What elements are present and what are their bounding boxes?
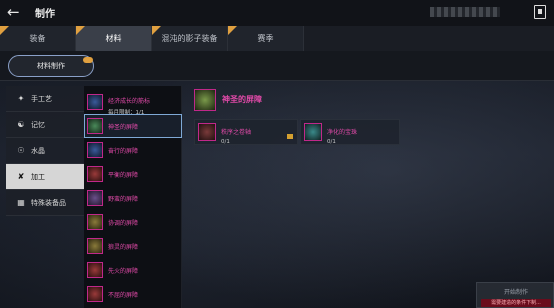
- list-item[interactable]: 经济成长的筋标 每月限制：1/1: [84, 90, 182, 116]
- tab-corner-marker: [76, 26, 85, 35]
- crystal-icon: ☉: [17, 146, 25, 155]
- category-item-memory[interactable]: ☯ 记忆: [6, 112, 84, 138]
- list-item[interactable]: 平衡的屏障: [84, 162, 182, 186]
- item-thumbnail-icon: [87, 118, 103, 134]
- item-label: 野蛮的屏障: [108, 195, 139, 203]
- list-item[interactable]: 不屈的屏障: [84, 282, 182, 306]
- item-label: 奋行的屏障: [108, 147, 139, 155]
- special-icon: ▦: [17, 198, 25, 207]
- list-item[interactable]: 奋行的屏障: [84, 138, 182, 162]
- subtab-label: 材料制作: [37, 62, 65, 70]
- craft-warning: 需要建造的条件下制...: [481, 299, 551, 307]
- key-icon: [287, 134, 293, 139]
- start-crafting-button[interactable]: 开始制作 需要建造的条件下制...: [476, 282, 554, 308]
- category-label: 加工: [31, 172, 45, 181]
- tab-bar: 装备 材料 混沌的影子装备 赛季: [0, 26, 554, 51]
- category-item-processing[interactable]: ✘ 加工: [6, 164, 84, 190]
- category-item-crystal[interactable]: ☉ 水晶: [6, 138, 84, 164]
- item-thumbnail-icon: [87, 142, 103, 158]
- material-slot[interactable]: 秩序之卷轴 0/1: [194, 119, 298, 145]
- category-item-handicraft[interactable]: ✦ 手工艺: [6, 86, 84, 112]
- item-thumbnail-icon: [87, 166, 103, 182]
- subtab-material-crafting[interactable]: 材料制作: [8, 55, 94, 77]
- subtab-badge: [83, 57, 93, 63]
- category-label: 记忆: [31, 120, 45, 129]
- hammer-icon: ✦: [17, 94, 25, 103]
- detail-title: 神圣的屏障: [222, 95, 262, 104]
- tab-label: 装备: [29, 34, 46, 43]
- scroll-icon: [198, 123, 216, 141]
- category-label: 特殊装备品: [31, 198, 66, 207]
- tab-season[interactable]: 赛季: [228, 26, 304, 51]
- item-thumbnail-icon: [87, 238, 103, 254]
- tab-label: 赛季: [257, 34, 274, 43]
- list-item[interactable]: 神圣的屏障: [84, 114, 182, 138]
- item-label: 经济成长的筋标: [108, 98, 151, 105]
- item-label: 先火的屏障: [108, 267, 139, 275]
- item-label: 狼灵的屏障: [108, 243, 139, 251]
- item-thumbnail-icon: [87, 190, 103, 206]
- category-label: 手工艺: [31, 94, 52, 103]
- back-arrow-icon[interactable]: ←: [7, 4, 23, 20]
- category-list: ✦ 手工艺 ☯ 记忆 ☉ 水晶 ✘ 加工 ▦ 特殊装备品: [6, 86, 84, 221]
- tab-label: 材料: [105, 34, 122, 43]
- pixelated-status-area: [430, 7, 500, 17]
- material-count: 0/1: [327, 139, 336, 145]
- tab-corner-marker: [152, 26, 161, 35]
- item-label: 神圣的屏障: [108, 123, 139, 131]
- list-item[interactable]: 狼灵的屏障: [84, 234, 182, 258]
- tab-equipment[interactable]: 装备: [0, 26, 76, 51]
- craft-button-label: 开始制作: [503, 289, 528, 296]
- material-name: 净化的宝珠: [327, 129, 358, 136]
- item-thumbnail-icon: [87, 94, 103, 110]
- list-item[interactable]: 协调的屏障: [84, 210, 182, 234]
- sub-tab-bar: 材料制作: [0, 51, 554, 81]
- category-label: 水晶: [31, 146, 45, 155]
- tab-chaos-shadow-equipment[interactable]: 混沌的影子装备: [152, 26, 228, 51]
- item-list: 经济成长的筋标 每月限制：1/1 神圣的屏障 奋行的屏障 平衡的屏障 野蛮的屏障…: [84, 86, 182, 308]
- tab-corner-marker: [0, 26, 9, 35]
- exit-icon[interactable]: [534, 5, 546, 19]
- tab-materials[interactable]: 材料: [76, 26, 152, 51]
- category-item-special-equipment[interactable]: ▦ 特殊装备品: [6, 190, 84, 216]
- material-slot[interactable]: 净化的宝珠 0/1: [300, 119, 400, 145]
- item-label: 不屈的屏障: [108, 291, 139, 299]
- material-name: 秩序之卷轴: [221, 129, 252, 136]
- item-thumbnail-icon: [87, 262, 103, 278]
- tab-bar-filler: [304, 26, 554, 51]
- orb-icon: [304, 123, 322, 141]
- list-item[interactable]: 野蛮的屏障: [84, 186, 182, 210]
- top-bar: ← 制作: [0, 0, 554, 26]
- memory-icon: ☯: [17, 120, 25, 129]
- page-title: 制作: [35, 9, 55, 20]
- item-thumbnail-icon: [87, 214, 103, 230]
- tab-label: 混沌的影子装备: [161, 34, 218, 43]
- process-icon: ✘: [17, 172, 25, 181]
- detail-item-icon: [194, 89, 216, 111]
- item-label: 平衡的屏障: [108, 171, 139, 179]
- tab-corner-marker: [228, 26, 237, 35]
- list-item[interactable]: 先火的屏障: [84, 258, 182, 282]
- item-label: 协调的屏障: [108, 219, 139, 227]
- item-thumbnail-icon: [87, 286, 103, 302]
- material-count: 0/1: [221, 139, 230, 145]
